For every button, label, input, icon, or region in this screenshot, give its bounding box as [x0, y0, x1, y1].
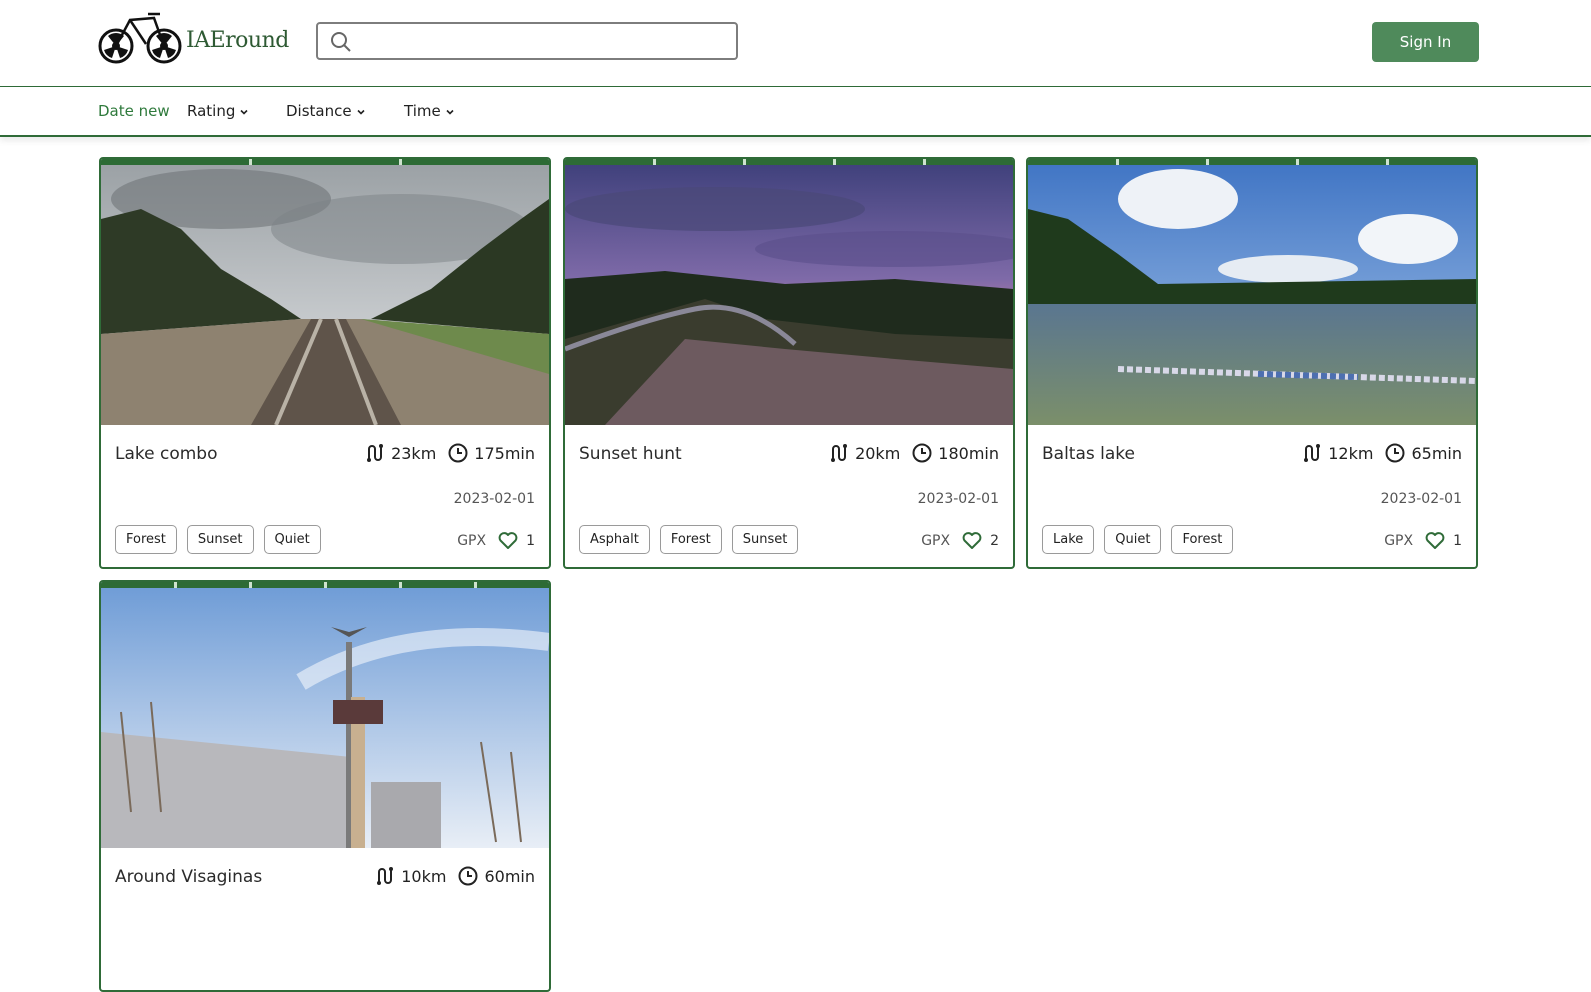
clock-icon: [458, 866, 478, 886]
brand-name: IAEround: [186, 28, 289, 53]
card-footer: GPX 1: [457, 532, 535, 550]
sort-time[interactable]: Time: [404, 102, 455, 120]
route-stats: 12km 65min: [1302, 443, 1462, 463]
like-count: 1: [1453, 533, 1462, 549]
route-date: 2023-02-01: [917, 491, 999, 507]
search-box[interactable]: [316, 22, 738, 60]
sort-rating[interactable]: Rating: [187, 102, 249, 120]
top-bar: IAEround Sign In: [0, 0, 1591, 87]
tag[interactable]: Asphalt: [579, 525, 650, 554]
like-count: 1: [526, 533, 535, 549]
route-distance: 20km: [855, 443, 901, 463]
sign-in-button[interactable]: Sign In: [1372, 22, 1479, 62]
route-icon: [377, 867, 394, 885]
route-card[interactable]: Lake combo 23km 175min 2023-02-01 Forest…: [99, 157, 551, 569]
tag[interactable]: Lake: [1042, 525, 1095, 554]
card-footer: GPX 1: [1384, 532, 1462, 550]
route-title: Lake combo: [115, 444, 218, 464]
gpx-download-link[interactable]: GPX: [1384, 533, 1413, 549]
logo[interactable]: IAEround: [98, 12, 290, 68]
photo-progress-bar: [565, 159, 1013, 165]
sort-rating-label: Rating: [187, 102, 236, 120]
photo-progress-bar: [1028, 159, 1476, 165]
route-photo[interactable]: [565, 159, 1013, 425]
chevron-down-icon: [446, 109, 454, 115]
route-card[interactable]: Baltas lake 12km 65min 2023-02-01 Lake Q…: [1026, 157, 1478, 569]
route-title: Around Visaginas: [115, 867, 263, 887]
route-icon: [367, 444, 384, 462]
route-date: 2023-02-01: [453, 491, 535, 507]
heart-icon[interactable]: [498, 532, 518, 550]
route-stats: 20km 180min: [829, 443, 999, 463]
route-card[interactable]: Around Visaginas 10km 60min: [99, 580, 551, 992]
chevron-down-icon: [240, 109, 248, 115]
heart-icon[interactable]: [1425, 532, 1445, 550]
tag[interactable]: Quiet: [1104, 525, 1162, 554]
route-date: 2023-02-01: [1380, 491, 1462, 507]
sort-date-label: Date: [98, 102, 134, 120]
tag-list: Asphalt Forest Sunset: [579, 525, 799, 554]
route-distance: 10km: [401, 866, 447, 886]
like-count: 2: [990, 533, 999, 549]
tag-list: Forest Sunset Quiet: [115, 525, 321, 554]
chevron-down-icon: [357, 109, 365, 115]
tag[interactable]: Sunset: [186, 525, 254, 554]
tag[interactable]: Quiet: [263, 525, 321, 554]
clock-icon: [912, 443, 932, 463]
sort-time-label: Time: [404, 102, 441, 120]
route-distance: 12km: [1328, 443, 1374, 463]
route-stats: 23km 175min: [365, 443, 535, 463]
route-time: 60min: [484, 866, 535, 886]
route-icon: [831, 444, 848, 462]
route-card[interactable]: Sunset hunt 20km 180min 2023-02-01 Aspha…: [563, 157, 1015, 569]
route-icon: [1304, 444, 1321, 462]
sort-distance-label: Distance: [286, 102, 352, 120]
heart-icon[interactable]: [962, 532, 982, 550]
tag-list: Lake Quiet Forest: [1042, 525, 1234, 554]
sort-distance[interactable]: Distance: [286, 102, 366, 120]
route-photo[interactable]: [101, 159, 549, 425]
route-time: 175min: [474, 443, 535, 463]
search-icon: [331, 32, 351, 52]
search-input[interactable]: [360, 24, 734, 60]
sort-date-direction: new: [138, 102, 170, 120]
sort-bar: Date new Rating Distance Time: [0, 87, 1591, 137]
route-title: Sunset hunt: [579, 444, 682, 464]
sort-date[interactable]: Date new: [98, 102, 170, 120]
route-photo[interactable]: [1028, 159, 1476, 425]
tag[interactable]: Sunset: [731, 525, 799, 554]
tag[interactable]: Forest: [659, 525, 722, 554]
tag[interactable]: Forest: [115, 525, 177, 554]
gpx-download-link[interactable]: GPX: [457, 533, 486, 549]
tag[interactable]: Forest: [1171, 525, 1234, 554]
photo-progress-bar: [101, 582, 549, 588]
clock-icon: [1385, 443, 1405, 463]
photo-progress-bar: [101, 159, 549, 165]
card-footer: GPX 2: [921, 532, 999, 550]
route-time: 180min: [938, 443, 999, 463]
clock-icon: [448, 443, 468, 463]
gpx-download-link[interactable]: GPX: [921, 533, 950, 549]
route-time: 65min: [1411, 443, 1462, 463]
route-distance: 23km: [391, 443, 437, 463]
route-stats: 10km 60min: [375, 866, 535, 886]
route-title: Baltas lake: [1042, 444, 1135, 464]
bicycle-icon: [98, 12, 182, 64]
route-photo[interactable]: [101, 582, 549, 848]
